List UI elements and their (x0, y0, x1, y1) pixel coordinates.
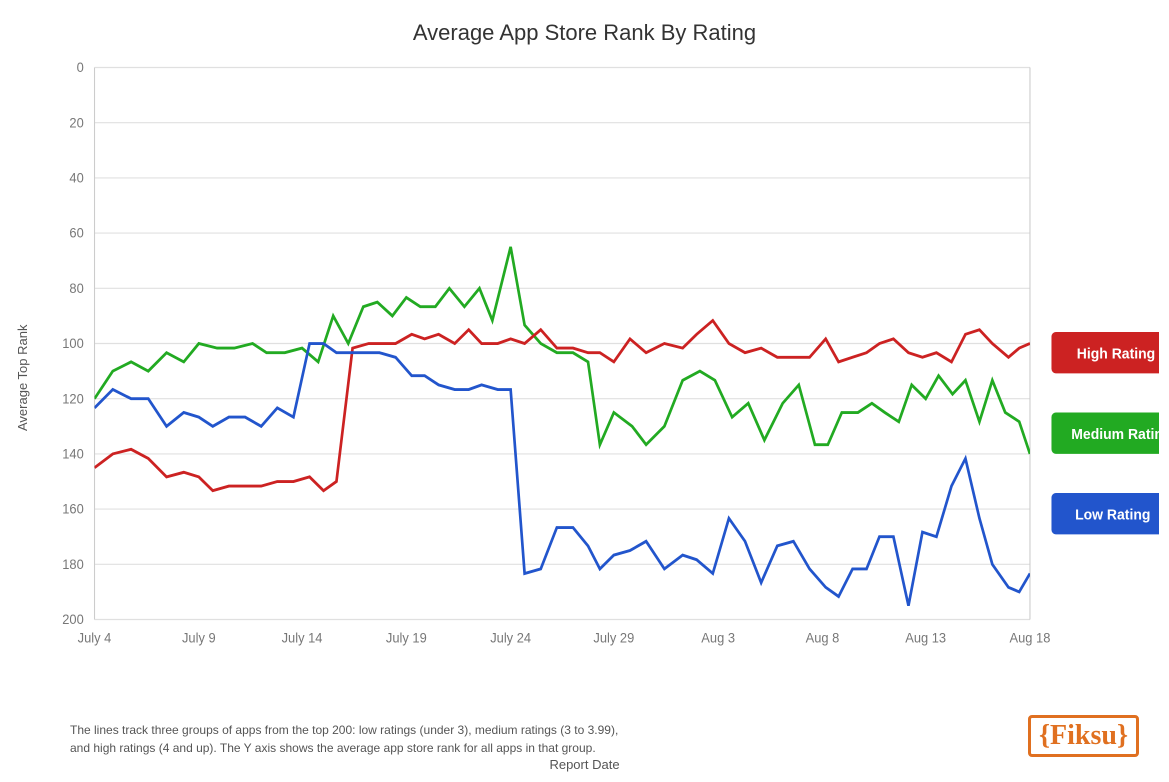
svg-text:Aug 3: Aug 3 (701, 630, 735, 645)
svg-text:July 24: July 24 (490, 630, 531, 645)
svg-text:0: 0 (77, 60, 84, 75)
low-rating-legend-label: Low Rating (1075, 507, 1150, 524)
y-axis-label: Average Top Rank (10, 56, 30, 700)
footer-text: The lines track three groups of apps fro… (70, 721, 618, 757)
svg-text:100: 100 (62, 336, 84, 351)
high-rating-legend-label: High Rating (1077, 346, 1155, 363)
svg-text:July 4: July 4 (78, 630, 112, 645)
svg-text:200: 200 (62, 612, 84, 627)
chart-title: Average App Store Rank By Rating (413, 20, 756, 46)
svg-text:120: 120 (62, 391, 84, 406)
svg-text:July 29: July 29 (593, 630, 634, 645)
medium-rating-line (95, 247, 1030, 454)
svg-text:Aug 8: Aug 8 (806, 630, 840, 645)
svg-text:40: 40 (69, 170, 83, 185)
svg-text:20: 20 (69, 115, 83, 130)
fiksu-logo: {Fiksu} (1028, 715, 1139, 757)
svg-text:Aug 13: Aug 13 (905, 630, 946, 645)
svg-text:60: 60 (69, 225, 83, 240)
svg-text:July 9: July 9 (182, 630, 216, 645)
svg-text:140: 140 (62, 446, 84, 461)
svg-text:July 14: July 14 (282, 630, 323, 645)
x-axis-label-container: Report Date (10, 757, 1159, 772)
svg-text:Aug 18: Aug 18 (1010, 630, 1051, 645)
footer: The lines track three groups of apps fro… (10, 705, 1159, 762)
low-rating-line (95, 344, 1030, 606)
svg-text:80: 80 (69, 281, 83, 296)
high-rating-line (95, 321, 1030, 491)
medium-rating-legend-label: Medium Rating (1071, 427, 1159, 444)
svg-text:July 19: July 19 (386, 630, 427, 645)
svg-text:160: 160 (62, 501, 84, 516)
x-axis-label: Report Date (549, 757, 619, 772)
fiksu-logo-text: {Fiksu} (1039, 720, 1128, 751)
svg-text:180: 180 (62, 557, 84, 572)
chart-svg: 0 20 40 60 80 100 120 140 160 (30, 56, 1159, 700)
